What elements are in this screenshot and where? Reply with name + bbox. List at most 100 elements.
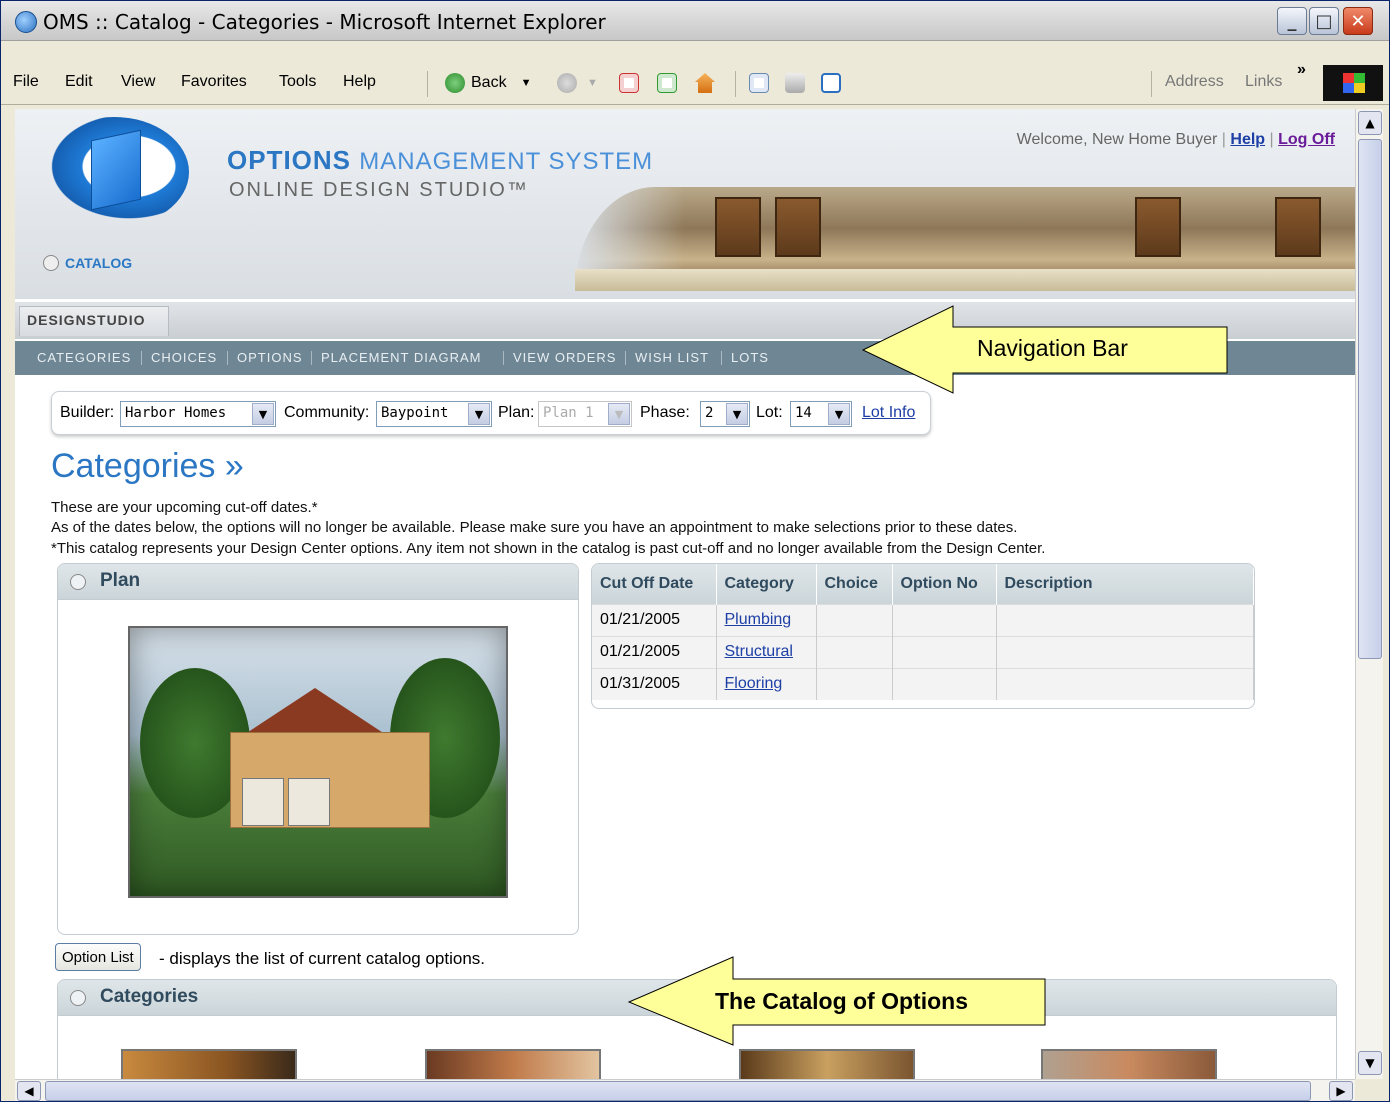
cell-description — [996, 603, 1254, 636]
maximize-button[interactable]: □ — [1309, 7, 1339, 35]
vertical-scrollbar[interactable]: ▲ ▼ — [1355, 109, 1383, 1079]
welcome-text: Welcome, New Home Buyer — [1016, 131, 1218, 148]
cell-description — [996, 667, 1254, 700]
menu-bar: File Edit View Favorites Tools Help Back… — [1, 61, 1389, 105]
chevron-down-icon[interactable]: ▼ — [587, 77, 598, 89]
address-label[interactable]: Address — [1165, 73, 1224, 91]
catalog-tab[interactable]: CATALOG — [43, 255, 132, 271]
design-studio-bar: DESIGNSTUDIO — [15, 301, 1355, 339]
col-cut-off-date: Cut Off Date — [592, 564, 717, 604]
menu-favorites[interactable]: Favorites — [181, 73, 247, 91]
cell-choice — [816, 667, 893, 700]
builder-label: Builder: — [60, 404, 115, 421]
cell-date: 01/21/2005 — [592, 603, 717, 636]
close-button[interactable]: ✕ — [1343, 7, 1373, 35]
toolbar-more-chevron[interactable]: » — [1297, 61, 1306, 79]
stop-icon — [619, 73, 639, 93]
logoff-link[interactable]: Log Off — [1278, 131, 1335, 148]
nav-wish-list[interactable]: WISH LIST — [635, 350, 709, 365]
scroll-thumb[interactable] — [1358, 139, 1382, 659]
category-thumbnail[interactable] — [739, 1049, 915, 1079]
collapse-icon[interactable] — [70, 574, 86, 590]
forward-button[interactable]: ▼ — [557, 71, 598, 95]
nav-lots[interactable]: LOTS — [731, 350, 769, 365]
page-viewport: OPTIONS MANAGEMENT SYSTEM ONLINE DESIGN … — [15, 109, 1355, 1079]
navigation-bar: CATEGORIES CHOICES OPTIONS PLACEMENT DIA… — [15, 341, 1355, 375]
lot-info-link[interactable]: Lot Info — [862, 404, 915, 422]
nav-placement-diagram[interactable]: PLACEMENT DIAGRAM — [321, 350, 482, 365]
menu-view[interactable]: View — [121, 73, 155, 91]
menu-edit[interactable]: Edit — [65, 73, 93, 91]
print-button[interactable] — [785, 71, 805, 95]
search-button[interactable] — [749, 71, 769, 95]
cell-option-no — [892, 635, 997, 668]
category-link-flooring[interactable]: Flooring — [725, 675, 783, 692]
site-header: OPTIONS MANAGEMENT SYSTEM ONLINE DESIGN … — [15, 109, 1355, 299]
chevron-down-icon: ▼ — [252, 403, 274, 425]
chevron-down-icon: ▼ — [726, 403, 748, 425]
nav-choices[interactable]: CHOICES — [151, 350, 217, 365]
plan-label: Plan: — [498, 404, 535, 421]
window-title: OMS :: Catalog - Categories - Microsoft … — [43, 10, 606, 34]
home-icon — [695, 73, 715, 93]
cell-date: 01/21/2005 — [592, 635, 717, 668]
table-row: 01/21/2005 Plumbing — [592, 603, 1254, 636]
cell-date: 01/31/2005 — [592, 667, 717, 700]
nav-options[interactable]: OPTIONS — [237, 350, 303, 365]
catalog-callout-label: The Catalog of Options — [715, 988, 968, 1014]
intro-line-1: These are your upcoming cut-off dates.* — [51, 499, 318, 516]
category-link-structural[interactable]: Structural — [725, 643, 793, 660]
links-label[interactable]: Links — [1245, 73, 1282, 91]
help-link[interactable]: Help — [1230, 131, 1265, 148]
category-link-plumbing[interactable]: Plumbing — [725, 611, 792, 628]
plan-select[interactable]: Plan 1 ▼ — [538, 401, 632, 427]
minimize-button[interactable]: _ — [1277, 7, 1307, 35]
category-thumbnail[interactable] — [1041, 1049, 1217, 1079]
scroll-down-icon[interactable]: ▼ — [1358, 1051, 1382, 1075]
back-button[interactable]: Back ▼ — [445, 71, 531, 95]
plan-panel: Plan — [57, 563, 579, 935]
browser-window: OMS :: Catalog - Categories - Microsoft … — [0, 0, 1390, 1102]
media-button[interactable] — [821, 71, 841, 95]
community-select[interactable]: Baypoint ▼ — [376, 401, 492, 427]
cell-choice — [816, 603, 893, 636]
stop-button[interactable] — [619, 71, 639, 95]
plan-panel-header: Plan — [58, 564, 578, 600]
home-button[interactable] — [695, 71, 715, 95]
nav-categories[interactable]: CATEGORIES — [37, 350, 131, 365]
menu-file[interactable]: File — [13, 73, 39, 91]
brand-title: OPTIONS MANAGEMENT SYSTEM — [227, 145, 654, 175]
category-thumbnail[interactable] — [121, 1049, 297, 1079]
back-arrow-icon — [445, 73, 465, 93]
chevron-down-icon: ▼ — [828, 403, 850, 425]
lot-select[interactable]: 14 ▼ — [790, 401, 852, 427]
scroll-left-icon[interactable]: ◀ — [17, 1081, 41, 1101]
cell-option-no — [892, 603, 997, 636]
print-icon — [785, 73, 805, 93]
category-thumbnail[interactable] — [425, 1049, 601, 1079]
scroll-thumb[interactable] — [45, 1081, 1311, 1101]
chevron-down-icon[interactable]: ▼ — [521, 77, 532, 89]
scroll-up-icon[interactable]: ▲ — [1358, 111, 1382, 135]
menu-help[interactable]: Help — [343, 73, 376, 91]
welcome-area: Welcome, New Home Buyer | Help | Log Off — [1016, 131, 1335, 148]
ie-icon — [15, 11, 37, 33]
refresh-button[interactable] — [657, 71, 677, 95]
title-bar: OMS :: Catalog - Categories - Microsoft … — [1, 1, 1389, 41]
option-list-button[interactable]: Option List — [55, 943, 141, 971]
intro-line-2: As of the dates below, the options will … — [51, 519, 1018, 536]
search-icon — [749, 73, 769, 93]
horizontal-scrollbar[interactable]: ◀ ▶ — [15, 1079, 1355, 1101]
menu-tools[interactable]: Tools — [279, 73, 316, 91]
builder-select[interactable]: Harbor Homes ▼ — [120, 401, 276, 427]
design-studio-label: DESIGNSTUDIO — [27, 312, 146, 328]
scroll-right-icon[interactable]: ▶ — [1329, 1081, 1353, 1101]
windows-logo — [1323, 65, 1383, 101]
col-description: Description — [996, 564, 1254, 604]
nav-view-orders[interactable]: VIEW ORDERS — [513, 350, 616, 365]
cell-option-no — [892, 667, 997, 700]
collapse-icon[interactable] — [70, 990, 86, 1006]
phase-select[interactable]: 2 ▼ — [700, 401, 750, 427]
oms-logo — [39, 117, 189, 227]
cell-choice — [816, 635, 893, 668]
